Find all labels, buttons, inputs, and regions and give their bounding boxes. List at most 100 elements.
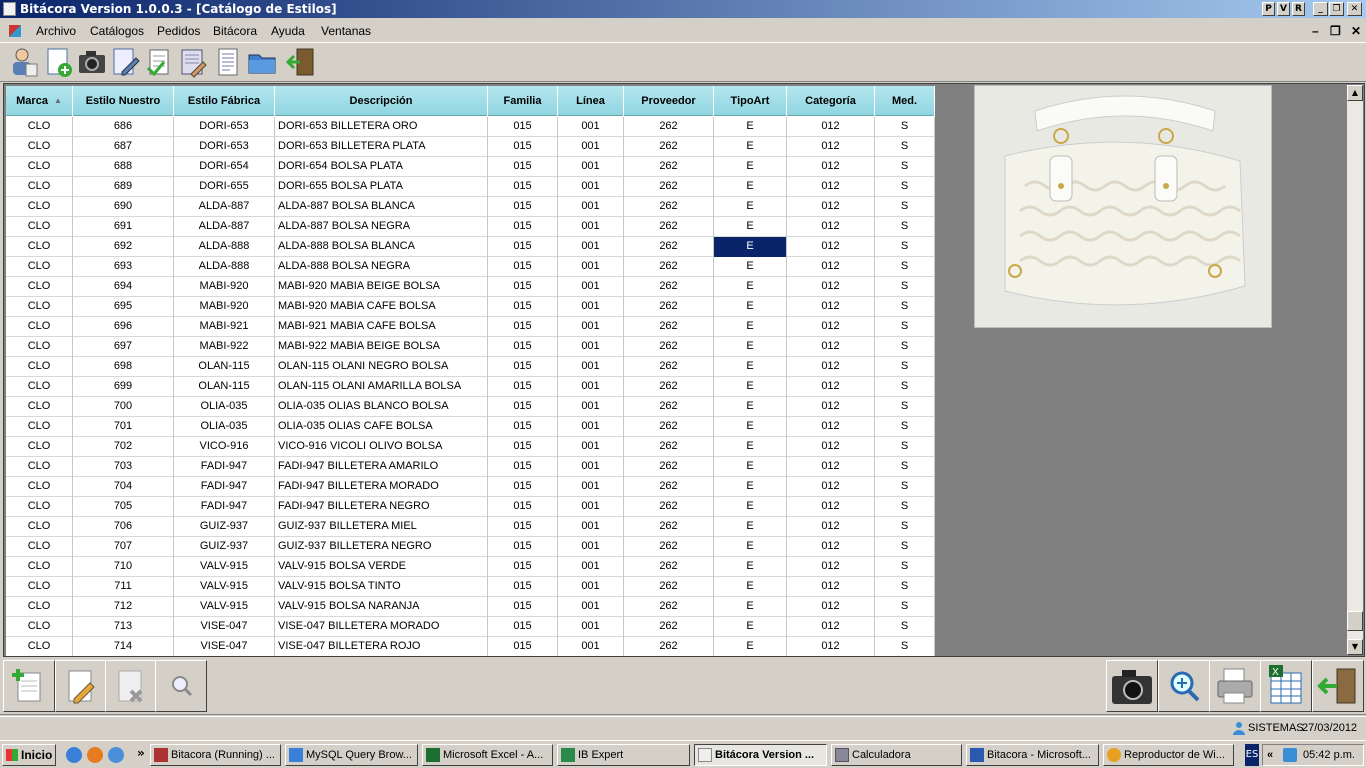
cell-familia[interactable]: 015 — [488, 137, 558, 157]
cell-marca[interactable]: CLO — [6, 617, 73, 637]
task-ib-expert[interactable]: IB Expert — [557, 744, 690, 766]
cell-med[interactable]: S — [875, 237, 935, 257]
cell-tipoart[interactable]: E — [714, 457, 787, 477]
menu-archivo[interactable]: Archivo — [36, 24, 76, 38]
cell-categoria[interactable]: 012 — [787, 497, 875, 517]
user-icon[interactable] — [8, 46, 40, 78]
book-edit-icon[interactable] — [177, 46, 209, 78]
language-indicator[interactable]: ES — [1245, 744, 1259, 766]
cell-proveedor[interactable]: 262 — [624, 237, 714, 257]
cell-estilo-fabrica[interactable]: MABI-922 — [174, 337, 275, 357]
cell-familia[interactable]: 015 — [488, 377, 558, 397]
header-marca[interactable]: Marca ▲ — [6, 86, 73, 116]
cell-familia[interactable]: 015 — [488, 397, 558, 417]
cell-linea[interactable]: 001 — [558, 137, 624, 157]
cell-familia[interactable]: 015 — [488, 277, 558, 297]
cell-med[interactable]: S — [875, 257, 935, 277]
cell-linea[interactable]: 001 — [558, 577, 624, 597]
cell-categoria[interactable]: 012 — [787, 137, 875, 157]
cell-familia[interactable]: 015 — [488, 437, 558, 457]
cell-categoria[interactable]: 012 — [787, 437, 875, 457]
edit-document-icon[interactable] — [110, 46, 142, 78]
cell-proveedor[interactable]: 262 — [624, 257, 714, 277]
cell-marca[interactable]: CLO — [6, 397, 73, 417]
cell-tipoart[interactable]: E — [714, 537, 787, 557]
browser-icon[interactable] — [108, 747, 124, 763]
cell-familia[interactable]: 015 — [488, 517, 558, 537]
cell-descripcion[interactable]: MABI-922 MABIA BEIGE BOLSA — [275, 337, 488, 357]
minimize-button[interactable]: _ — [1313, 2, 1328, 16]
cell-estilo-nuestro[interactable]: 690 — [73, 197, 174, 217]
cell-categoria[interactable]: 012 — [787, 337, 875, 357]
cell-estilo-fabrica[interactable]: OLAN-115 — [174, 357, 275, 377]
cell-linea[interactable]: 001 — [558, 517, 624, 537]
header-proveedor[interactable]: Proveedor — [624, 86, 714, 116]
cell-linea[interactable]: 001 — [558, 177, 624, 197]
cell-linea[interactable]: 001 — [558, 117, 624, 137]
table-row[interactable]: CLO 704 FADI-947 FADI-947 BILLETERA MORADO 0… — [6, 477, 935, 497]
cell-med[interactable]: S — [875, 497, 935, 517]
cell-familia[interactable]: 015 — [488, 357, 558, 377]
cell-proveedor[interactable]: 262 — [624, 477, 714, 497]
cell-med[interactable]: S — [875, 557, 935, 577]
mdi-child-icon[interactable] — [9, 25, 21, 37]
cell-categoria[interactable]: 012 — [787, 477, 875, 497]
cell-descripcion[interactable]: GUIZ-937 BILLETERA NEGRO — [275, 537, 488, 557]
cell-estilo-fabrica[interactable]: ALDA-887 — [174, 197, 275, 217]
cell-linea[interactable]: 001 — [558, 617, 624, 637]
cell-marca[interactable]: CLO — [6, 237, 73, 257]
task-bitacora-running[interactable]: Bitacora (Running) ... — [150, 744, 281, 766]
cell-descripcion[interactable]: FADI-947 BILLETERA MORADO — [275, 477, 488, 497]
cell-med[interactable]: S — [875, 577, 935, 597]
excel-export-button[interactable]: X — [1260, 660, 1312, 712]
cell-familia[interactable]: 015 — [488, 177, 558, 197]
cell-med[interactable]: S — [875, 137, 935, 157]
table-row[interactable]: CLO 699 OLAN-115 OLAN-115 OLANI AMARILLA BO… — [6, 377, 935, 397]
cell-estilo-fabrica[interactable]: OLIA-035 — [174, 417, 275, 437]
cell-tipoart[interactable]: E — [714, 497, 787, 517]
cell-descripcion[interactable]: VISE-047 BILLETERA MORADO — [275, 617, 488, 637]
cell-estilo-fabrica[interactable]: MABI-920 — [174, 297, 275, 317]
list-document-icon[interactable] — [212, 46, 244, 78]
cell-linea[interactable]: 001 — [558, 337, 624, 357]
cell-estilo-nuestro[interactable]: 695 — [73, 297, 174, 317]
cell-marca[interactable]: CLO — [6, 297, 73, 317]
cell-descripcion[interactable]: MABI-920 MABIA CAFE BOLSA — [275, 297, 488, 317]
table-row[interactable]: CLO 686 DORI-653 DORI-653 BILLETERA ORO 015 0… — [6, 117, 935, 137]
cell-med[interactable]: S — [875, 197, 935, 217]
cell-marca[interactable]: CLO — [6, 337, 73, 357]
cell-proveedor[interactable]: 262 — [624, 317, 714, 337]
cell-proveedor[interactable]: 262 — [624, 157, 714, 177]
cell-tipoart[interactable]: E — [714, 157, 787, 177]
table-row[interactable]: CLO 697 MABI-922 MABI-922 MABIA BEIGE BOLSA… — [6, 337, 935, 357]
table-row[interactable]: CLO 696 MABI-921 MABI-921 MABIA CAFE BOLSA 0… — [6, 317, 935, 337]
cell-estilo-nuestro[interactable]: 707 — [73, 537, 174, 557]
table-row[interactable]: CLO 712 VALV-915 VALV-915 BOLSA NARANJA 015 0… — [6, 597, 935, 617]
table-row[interactable]: CLO 688 DORI-654 DORI-654 BOLSA PLATA 015 001… — [6, 157, 935, 177]
cell-proveedor[interactable]: 262 — [624, 357, 714, 377]
delete-button[interactable] — [105, 660, 157, 712]
cell-tipoart[interactable]: E — [714, 277, 787, 297]
cell-proveedor[interactable]: 262 — [624, 197, 714, 217]
cell-estilo-fabrica[interactable]: FADI-947 — [174, 477, 275, 497]
cell-estilo-nuestro[interactable]: 703 — [73, 457, 174, 477]
cell-linea[interactable]: 001 — [558, 237, 624, 257]
cell-linea[interactable]: 001 — [558, 557, 624, 577]
cell-proveedor[interactable]: 262 — [624, 277, 714, 297]
header-med[interactable]: Med. — [875, 86, 935, 116]
cell-med[interactable]: S — [875, 597, 935, 617]
task-bitacora-version[interactable]: Bitácora Version ... — [694, 744, 827, 766]
header-categoria[interactable]: Categoría — [787, 86, 875, 116]
cell-proveedor[interactable]: 262 — [624, 517, 714, 537]
cell-familia[interactable]: 015 — [488, 417, 558, 437]
cell-familia[interactable]: 015 — [488, 217, 558, 237]
cell-categoria[interactable]: 012 — [787, 597, 875, 617]
table-row[interactable]: CLO 695 MABI-920 MABI-920 MABIA CAFE BOLSA 0… — [6, 297, 935, 317]
cell-marca[interactable]: CLO — [6, 257, 73, 277]
table-row[interactable]: CLO 700 OLIA-035 OLIA-035 OLIAS BLANCO BOLS… — [6, 397, 935, 417]
header-familia[interactable]: Familia — [488, 86, 558, 116]
cell-estilo-nuestro[interactable]: 693 — [73, 257, 174, 277]
cell-marca[interactable]: CLO — [6, 457, 73, 477]
cell-linea[interactable]: 001 — [558, 377, 624, 397]
cell-descripcion[interactable]: VISE-047 BILLETERA ROJO — [275, 637, 488, 656]
